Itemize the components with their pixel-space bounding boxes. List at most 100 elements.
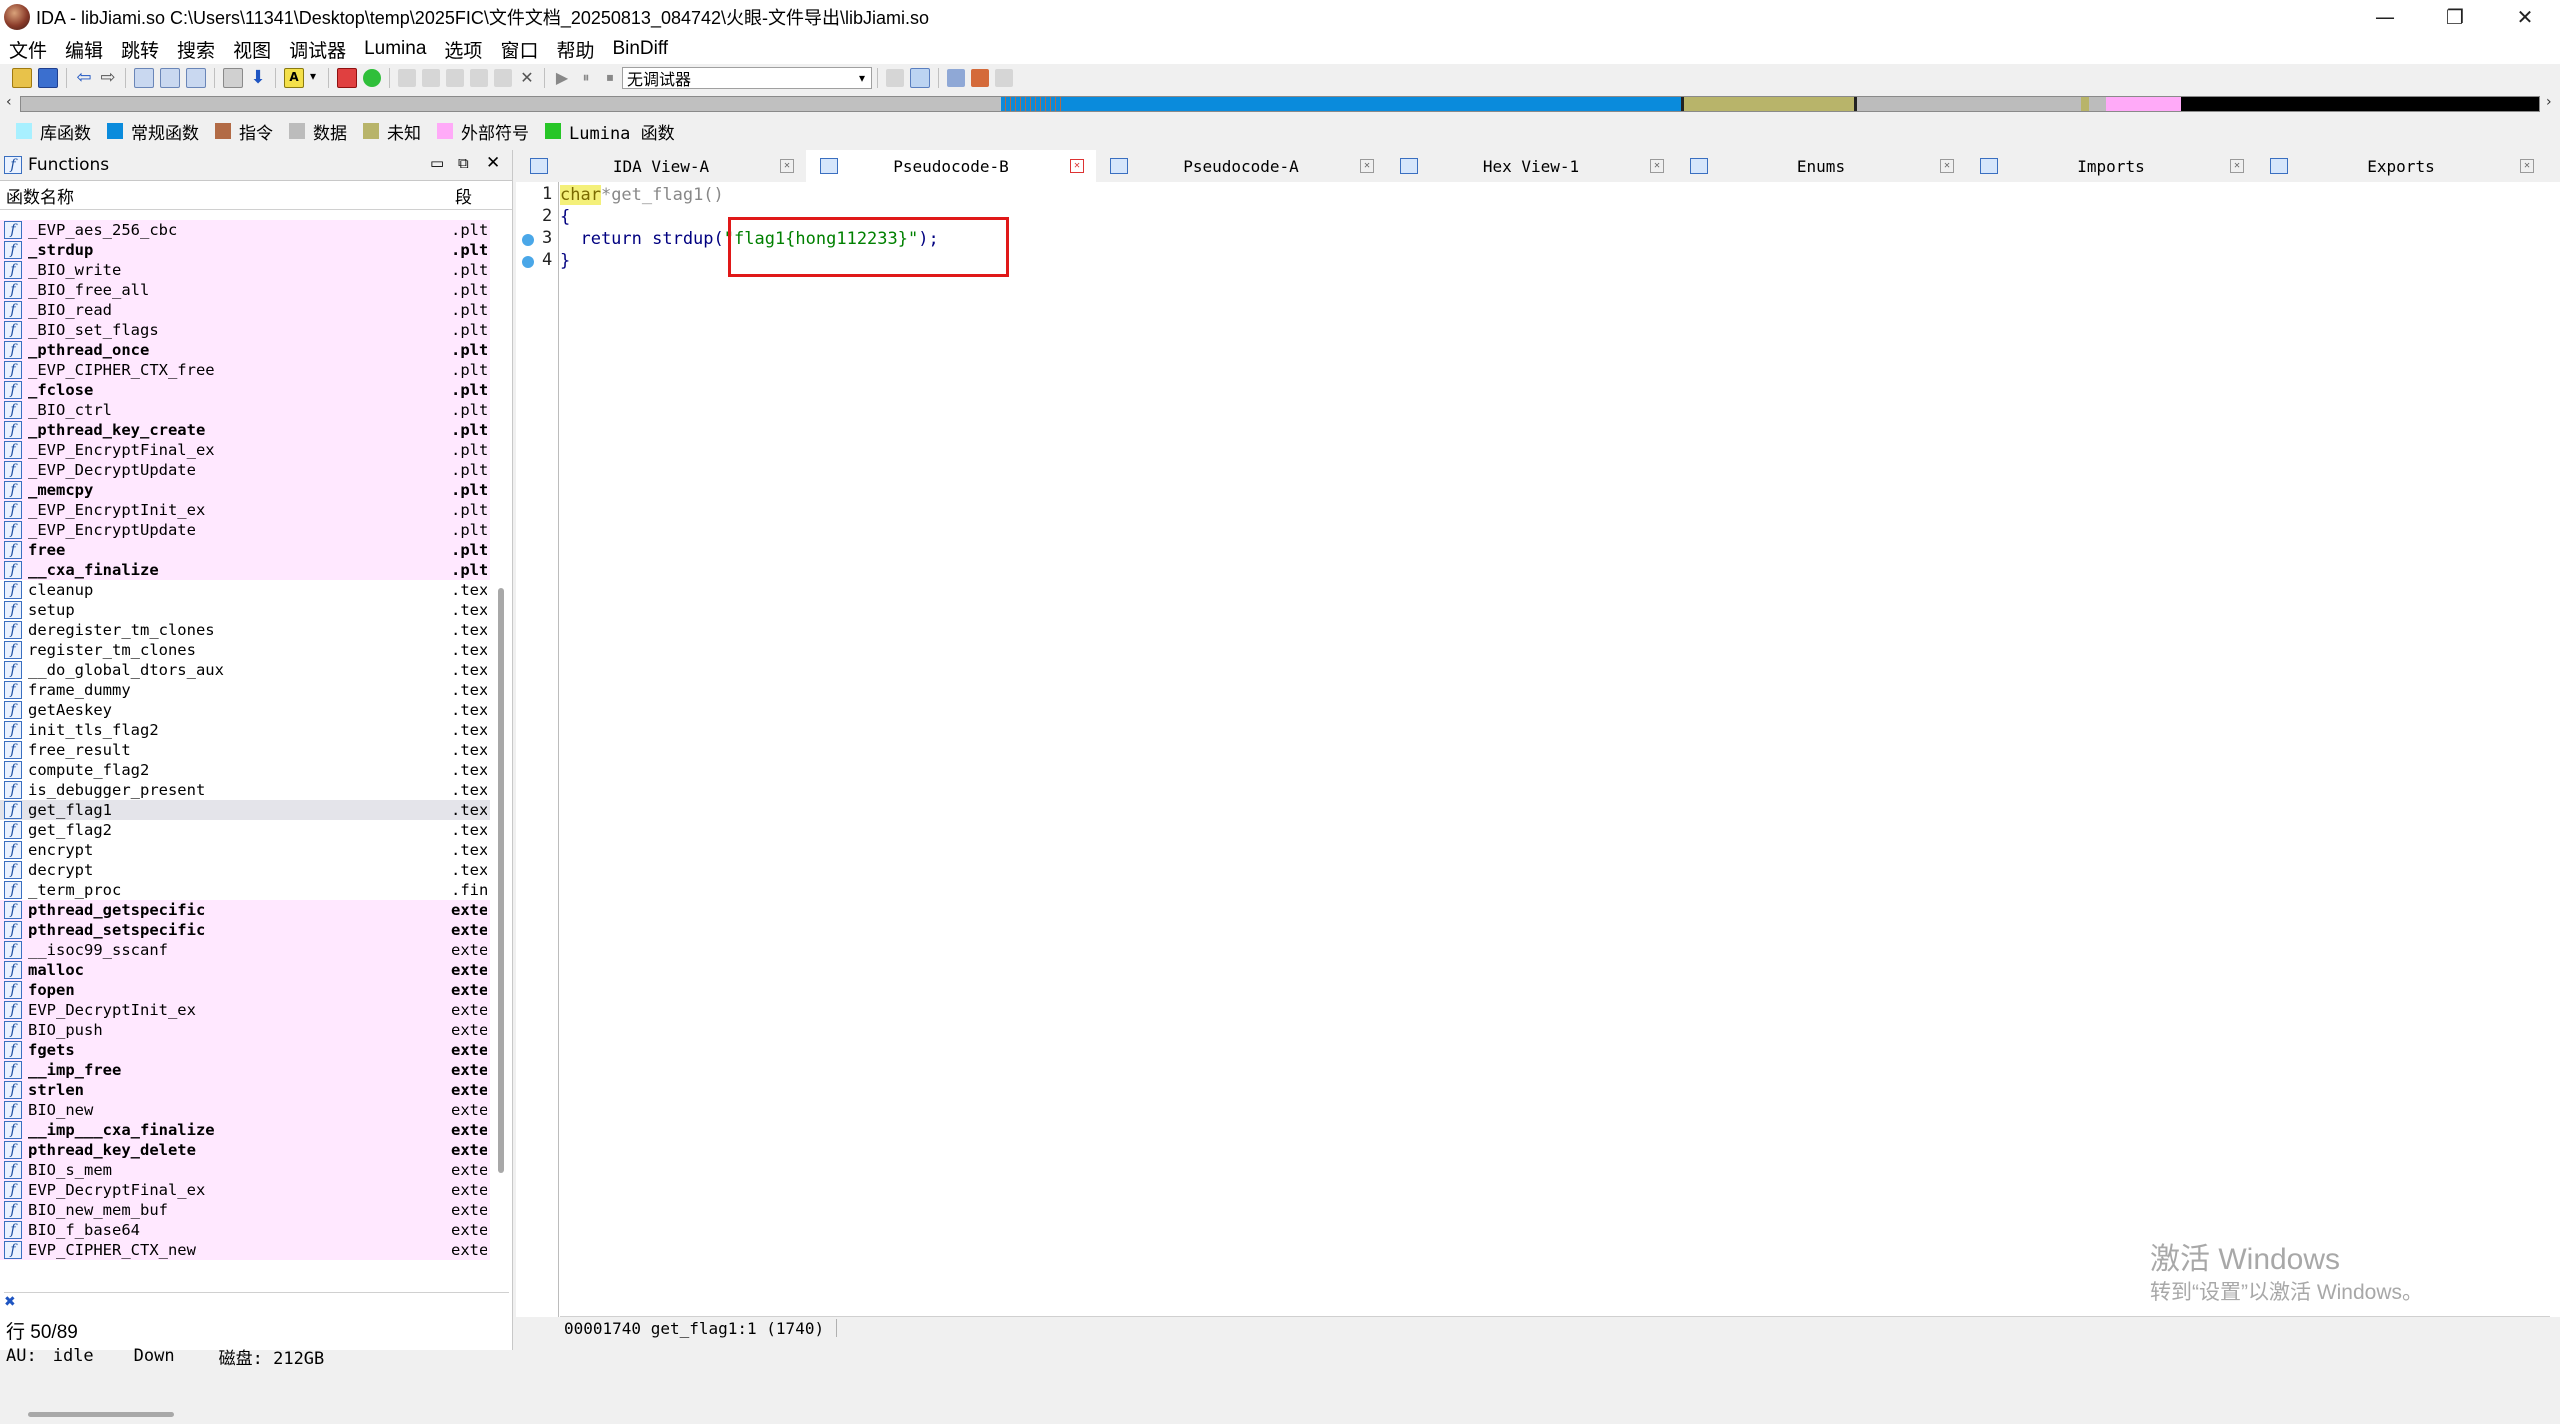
function-row[interactable]: f encrypt .text: [0, 840, 490, 860]
code-line-4[interactable]: }: [560, 250, 570, 272]
function-row[interactable]: f _BIO_ctrl .plt: [0, 400, 490, 420]
function-row[interactable]: f compute_flag2 .text: [0, 760, 490, 780]
stop-icon[interactable]: ⏹: [601, 69, 619, 87]
paste-icon[interactable]: [160, 68, 180, 88]
cross-icon[interactable]: ✕: [518, 69, 536, 87]
function-row[interactable]: f EVP_CIPHER_CTX_new extern: [0, 1240, 490, 1260]
function-row[interactable]: f _BIO_read .plt: [0, 300, 490, 320]
function-row[interactable]: f _BIO_free_all .plt: [0, 280, 490, 300]
function-row[interactable]: f BIO_new extern: [0, 1100, 490, 1120]
green-dot-icon[interactable]: [363, 69, 381, 87]
function-row[interactable]: f _EVP_EncryptFinal_ex .plt: [0, 440, 490, 460]
tab-close-icon[interactable]: ✕: [2230, 159, 2244, 173]
menu-file[interactable]: 文件: [0, 36, 56, 63]
menu-edit[interactable]: 编辑: [56, 36, 112, 63]
function-row[interactable]: ffgets extern: [0, 1040, 490, 1060]
function-row[interactable]: f register_tm_clones .text: [0, 640, 490, 660]
tab-exports[interactable]: Exports ✕: [2256, 150, 2546, 182]
function-row[interactable]: f _term_proc .fini: [0, 880, 490, 900]
function-row[interactable]: f _pthread_once .plt: [0, 340, 490, 360]
function-row[interactable]: f _EVP_CIPHER_CTX_free .plt: [0, 360, 490, 380]
function-row[interactable]: f __imp_free extern: [0, 1060, 490, 1080]
menu-jump[interactable]: 跳转: [112, 36, 168, 63]
tab-imports[interactable]: Imports ✕: [1966, 150, 2256, 182]
close-panel-icon[interactable]: ✕: [486, 153, 500, 173]
function-row[interactable]: fstrlen extern: [0, 1080, 490, 1100]
function-row[interactable]: f deregister_tm_clones .text: [0, 620, 490, 640]
close-button[interactable]: ✕: [2490, 0, 2560, 34]
tab-close-icon[interactable]: ✕: [1070, 159, 1084, 173]
function-row[interactable]: f _BIO_write .plt: [0, 260, 490, 280]
function-row[interactable]: f _EVP_DecryptUpdate .plt: [0, 460, 490, 480]
functions-horizontal-scrollbar[interactable]: [0, 1406, 512, 1424]
pause-icon[interactable]: ⏸: [577, 69, 595, 87]
debugger-select[interactable]: 无调试器 ▾: [622, 67, 872, 89]
function-row[interactable]: f EVP_DecryptFinal_ex extern: [0, 1180, 490, 1200]
navigation-band[interactable]: ‹ ›: [0, 92, 2560, 116]
breakpoint-dot-icon[interactable]: [522, 256, 534, 268]
nav-right-arrow-icon[interactable]: ›: [2546, 94, 2552, 110]
column-segment[interactable]: 段: [455, 183, 472, 208]
function-row[interactable]: f BIO_push extern: [0, 1020, 490, 1040]
function-row[interactable]: f BIO_f_base64 extern: [0, 1220, 490, 1240]
bindiff-icon-2[interactable]: [971, 69, 989, 87]
bindiff-icon-3[interactable]: [995, 69, 1013, 87]
function-row[interactable]: f __isoc99_sscanf extern: [0, 940, 490, 960]
tool-icon-1[interactable]: [398, 69, 416, 87]
tab-close-icon[interactable]: ✕: [1940, 159, 1954, 173]
menu-options[interactable]: 选项: [435, 36, 491, 63]
text-icon[interactable]: A: [284, 68, 304, 88]
function-row[interactable]: fsetup .text: [0, 600, 490, 620]
patch-icon[interactable]: [223, 68, 243, 88]
graph-icon[interactable]: [337, 68, 357, 88]
tool-icon-2[interactable]: [422, 69, 440, 87]
code-line-2[interactable]: {: [560, 206, 570, 228]
breakpoint-dot-icon[interactable]: [522, 234, 534, 246]
list-icon[interactable]: [186, 68, 206, 88]
function-row[interactable]: f init_tls_flag2 .text: [0, 720, 490, 740]
tab-close-icon[interactable]: ✕: [2520, 159, 2534, 173]
function-row[interactable]: f getAeskey .text: [0, 700, 490, 720]
maximize-button[interactable]: ❐: [2420, 0, 2490, 34]
function-row[interactable]: f _pthread_key_create .plt: [0, 420, 490, 440]
tab-close-icon[interactable]: ✕: [780, 159, 794, 173]
debug-option-icon[interactable]: [886, 69, 904, 87]
run-icon[interactable]: ▶: [553, 69, 571, 87]
chevron-down-icon[interactable]: ▾: [310, 69, 320, 87]
tab-close-icon[interactable]: ✕: [1360, 159, 1374, 173]
function-row[interactable]: f EVP_DecryptInit_ex extern: [0, 1000, 490, 1020]
function-row[interactable]: f __imp___cxa_finalize extern: [0, 1120, 490, 1140]
function-row[interactable]: f pthread_key_delete extern: [0, 1140, 490, 1160]
menu-window[interactable]: 窗口: [491, 36, 547, 63]
function-row[interactable]: f decrypt .text: [0, 860, 490, 880]
tool-icon-5[interactable]: [494, 69, 512, 87]
overview-navigator[interactable]: [20, 96, 2540, 112]
menu-view[interactable]: 视图: [224, 36, 280, 63]
tool-icon-3[interactable]: [446, 69, 464, 87]
menu-search[interactable]: 搜索: [168, 36, 224, 63]
tab-pseudocode-b[interactable]: Pseudocode-B ✕: [806, 150, 1096, 182]
tab-ida-view-a[interactable]: IDA View-A ✕: [516, 150, 806, 182]
function-row[interactable]: f cleanup .text: [0, 580, 490, 600]
code-line-1[interactable]: char *get_flag1(): [560, 184, 724, 206]
function-row[interactable]: f _EVP_EncryptInit_ex .plt: [0, 500, 490, 520]
restore-panel-icon[interactable]: ▭: [430, 154, 444, 172]
tool-icon-4[interactable]: [470, 69, 488, 87]
scrollbar-thumb[interactable]: [498, 588, 504, 1173]
jump-icon[interactable]: ⬇: [249, 69, 267, 87]
function-row[interactable]: f _strdup .plt: [0, 240, 490, 260]
menu-debugger[interactable]: 调试器: [280, 36, 355, 63]
nav-left-arrow-icon[interactable]: ‹: [6, 94, 12, 110]
function-row[interactable]: f free_result .text: [0, 740, 490, 760]
filter-close-icon[interactable]: ✖: [4, 1294, 16, 1310]
debug-attach-icon[interactable]: [910, 68, 930, 88]
tab-enums[interactable]: Enums ✕: [1676, 150, 1966, 182]
functions-filter-bar[interactable]: ✖: [4, 1292, 509, 1311]
copy-icon[interactable]: [134, 68, 154, 88]
function-row[interactable]: f frame_dummy .text: [0, 680, 490, 700]
function-row[interactable]: f get_flag1 .text: [0, 800, 490, 820]
function-row[interactable]: f _fclose .plt: [0, 380, 490, 400]
function-row[interactable]: f pthread_getspecific extern: [0, 900, 490, 920]
tab-close-icon[interactable]: ✕: [1650, 159, 1664, 173]
function-row[interactable]: f _memcpy .plt: [0, 480, 490, 500]
